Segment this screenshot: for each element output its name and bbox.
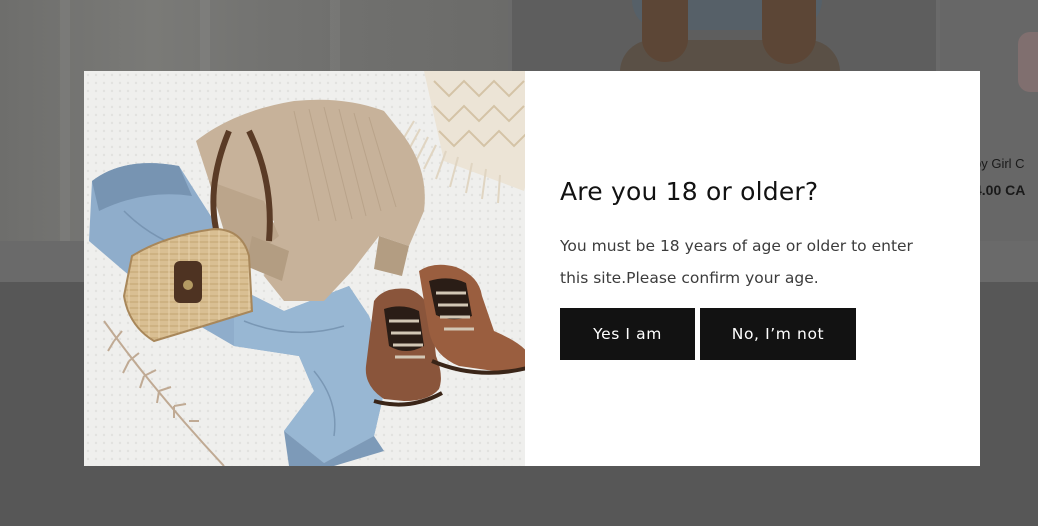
modal-message: You must be 18 years of age or older to … [560,237,913,287]
product-name: by Girl C [974,156,1025,171]
modal-actions: Yes I am No, I’m not [560,308,940,360]
product-price: 4.00 CA [974,182,1026,198]
modal-image [84,71,525,466]
modal-content: Are you 18 or older? You must be 18 year… [525,71,980,466]
decline-age-button[interactable]: No, I’m not [700,308,856,360]
clothing-flatlay-illustration [84,71,525,466]
modal-title: Are you 18 or older? [560,177,819,206]
confirm-age-button[interactable]: Yes I am [560,308,695,360]
age-verification-modal: Are you 18 or older? You must be 18 year… [84,71,980,466]
